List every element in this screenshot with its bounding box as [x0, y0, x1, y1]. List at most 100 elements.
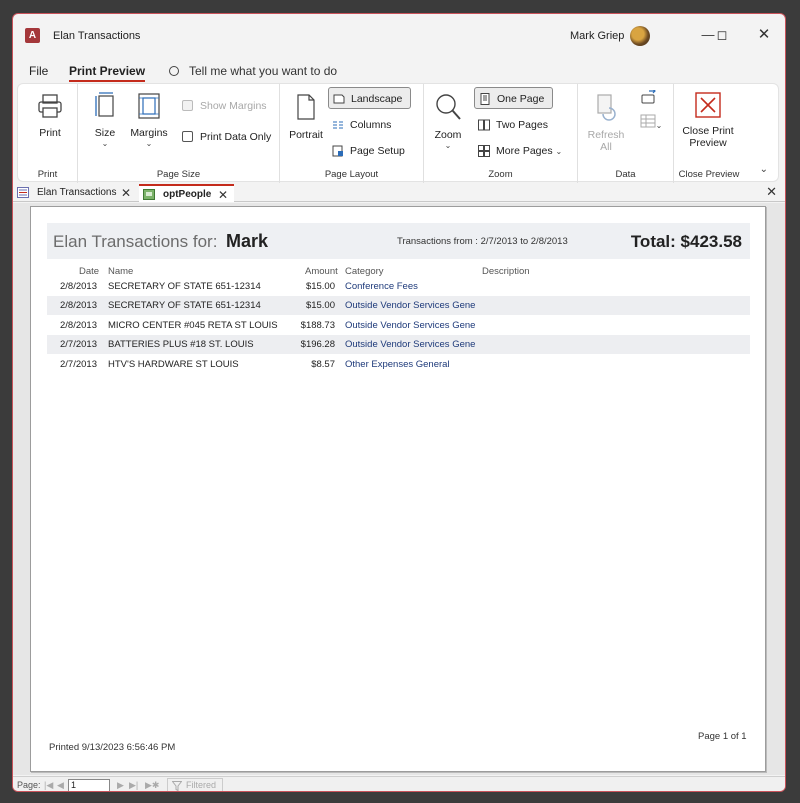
refresh-label-2: All: [600, 141, 612, 153]
close-tab-icon[interactable]: ✕: [218, 186, 228, 204]
row-name: SECRETARY OF STATE 651-12314: [108, 281, 261, 292]
column-header-amount: Amount: [305, 266, 338, 277]
report-header: Elan Transactions for: Mark Transactions…: [47, 223, 750, 259]
refresh-label-1: Refresh: [587, 129, 625, 141]
close-preview-label-2: Preview: [689, 137, 727, 149]
one-page-button[interactable]: One Page: [474, 87, 554, 109]
collapse-ribbon-icon[interactable]: ⌄: [760, 164, 768, 175]
row-date: 2/8/2013: [60, 281, 97, 292]
form-icon: [143, 189, 155, 200]
margins-button[interactable]: Margins ⌄: [128, 92, 170, 148]
user-name[interactable]: Mark Griep: [570, 30, 624, 42]
row-amount: $196.28: [300, 339, 335, 350]
title-bar: A Elan Transactions Mark Griep — ◻ ✕: [13, 14, 785, 58]
row-name: HTV'S HARDWARE ST LOUIS: [108, 359, 239, 370]
zoom-icon: [436, 94, 461, 120]
two-pages-label: Two Pages: [496, 119, 548, 131]
tab-file[interactable]: File: [29, 64, 48, 78]
avatar[interactable]: [630, 26, 650, 46]
close-preview-label-1: Close Print: [682, 125, 734, 137]
column-header-name: Name: [108, 266, 134, 277]
zoom-label: Zoom: [434, 129, 462, 141]
checkbox-icon: [182, 131, 193, 142]
export-icon: [641, 88, 656, 104]
printed-timestamp: Printed 9/13/2023 6:56:46 PM: [49, 742, 176, 753]
size-label: Size: [94, 127, 116, 139]
more-pages-label: More Pages: [496, 145, 553, 157]
size-button[interactable]: Size ⌄: [88, 92, 122, 148]
row-category: Outside Vendor Services Gene: [345, 300, 476, 311]
chevron-down-icon: ⌄: [444, 141, 452, 150]
close-window-icon[interactable]: ✕: [752, 25, 776, 45]
table-row: 2/8/2013 SECRETARY OF STATE 651-12314 $1…: [47, 296, 750, 315]
maximize-icon[interactable]: ◻: [710, 25, 734, 45]
row-category: Outside Vendor Services Gene: [345, 320, 476, 331]
row-date: 2/8/2013: [60, 300, 97, 311]
page-setup-button[interactable]: Page Setup: [328, 140, 405, 162]
report-person-name: Mark: [226, 231, 269, 251]
last-page-icon[interactable]: ▶|: [129, 780, 138, 791]
more-export-button[interactable]: ⌄: [636, 114, 666, 131]
row-date: 2/7/2013: [60, 359, 97, 370]
group-close-preview: Close Print Preview Close Preview: [674, 84, 744, 183]
export-button[interactable]: [636, 88, 662, 109]
printer-icon: [38, 94, 62, 118]
zoom-button[interactable]: Zoom ⌄: [430, 92, 466, 150]
group-label-zoom: Zoom: [488, 169, 513, 180]
group-data: Refresh All ⌄ Data: [578, 84, 674, 183]
doc-tab-label: optPeople: [163, 189, 212, 200]
print-button[interactable]: Print: [30, 92, 70, 139]
page-number-input[interactable]: 1: [68, 779, 110, 791]
two-pages-icon: [478, 119, 490, 131]
chevron-down-icon: ⌄: [655, 121, 663, 130]
close-tab-icon[interactable]: ✕: [121, 184, 131, 202]
filter-toggle[interactable]: Filtered: [167, 778, 224, 791]
access-app-icon: A: [25, 28, 40, 43]
new-page-icon[interactable]: ▶✱: [145, 780, 159, 791]
more-pages-icon: [478, 145, 490, 157]
report-date-range: Transactions from : 2/7/2013 to 2/8/2013: [397, 236, 568, 247]
group-zoom: Zoom ⌄ One Page Two Pages More Pages ⌄ Z…: [424, 84, 578, 183]
report-icon: [17, 187, 29, 198]
doc-tab-optpeople[interactable]: optPeople ✕: [139, 184, 234, 202]
print-label: Print: [39, 127, 61, 139]
refresh-all-button[interactable]: Refresh All: [586, 92, 626, 153]
close-print-preview-button[interactable]: Close Print Preview: [676, 92, 740, 149]
print-data-only-checkbox[interactable]: Print Data Only: [178, 126, 271, 148]
table-row: 2/8/2013 SECRETARY OF STATE 651-12314 $1…: [47, 277, 750, 296]
page-setup-icon: [332, 145, 343, 157]
tab-print-preview[interactable]: Print Preview: [69, 64, 146, 82]
more-pages-button[interactable]: More Pages ⌄: [474, 140, 562, 162]
portrait-button[interactable]: Portrait: [286, 92, 326, 141]
columns-button[interactable]: Columns: [328, 114, 391, 136]
table-row: 2/8/2013 MICRO CENTER #045 RETA ST LOUIS…: [47, 316, 750, 335]
group-print: Print Print: [18, 84, 78, 183]
row-amount: $15.00: [305, 281, 335, 292]
row-category: Outside Vendor Services Gene: [345, 339, 476, 350]
row-date: 2/8/2013: [60, 320, 97, 331]
show-margins-checkbox[interactable]: Show Margins: [178, 95, 267, 117]
landscape-button[interactable]: Landscape: [328, 87, 412, 109]
next-page-icon[interactable]: ▶: [117, 780, 124, 791]
window-title: Elan Transactions: [53, 30, 141, 42]
portrait-icon: [297, 94, 315, 120]
group-page-size: Size ⌄ Margins ⌄ Show Margins Print Data…: [78, 84, 280, 183]
report-viewport[interactable]: Elan Transactions for: Mark Transactions…: [13, 203, 785, 775]
close-document-icon[interactable]: ✕: [766, 184, 777, 200]
row-name: MICRO CENTER #045 RETA ST LOUIS: [108, 320, 278, 331]
previous-page-icon[interactable]: ◀: [57, 780, 64, 791]
two-pages-button[interactable]: Two Pages: [474, 114, 548, 136]
app-window: A Elan Transactions Mark Griep — ◻ ✕ Fil…: [12, 13, 786, 792]
refresh-icon: [597, 94, 616, 121]
first-page-icon[interactable]: |◀: [44, 780, 53, 791]
row-name: BATTERIES PLUS #18 ST. LOUIS: [108, 339, 254, 350]
doc-tab-elan-transactions[interactable]: Elan Transactions ✕: [13, 184, 137, 202]
doc-tab-label: Elan Transactions: [37, 187, 117, 198]
tell-me-search[interactable]: Tell me what you want to do: [169, 64, 337, 78]
landscape-icon: [333, 94, 345, 104]
page-nav-label: Page:: [17, 780, 41, 790]
row-amount: $188.73: [300, 320, 335, 331]
portrait-label: Portrait: [289, 129, 323, 141]
one-page-icon: [480, 93, 490, 105]
one-page-label: One Page: [497, 93, 545, 105]
